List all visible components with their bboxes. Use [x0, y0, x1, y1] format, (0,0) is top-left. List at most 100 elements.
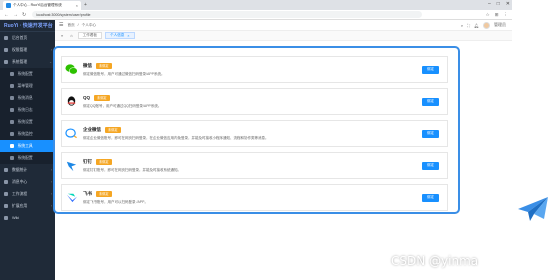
- tag-label: 个人信息: [110, 33, 125, 37]
- sidebar-item[interactable]: 菜单管理: [0, 80, 55, 92]
- status-badge: 未绑定: [94, 94, 110, 101]
- sidebar-item-label: 权限管理: [12, 47, 28, 52]
- sidebar-item[interactable]: 扩展应用 ›: [0, 200, 55, 212]
- browser-tab[interactable]: 个人中心 - RuoYi后台管理系统 ×: [3, 1, 81, 10]
- sidebar-item-label: 后台首页: [12, 35, 28, 40]
- status-badge: 未绑定: [96, 158, 112, 165]
- menu-item-icon: [4, 60, 8, 64]
- sidebar-menu: 后台首页 权限管理 › 系统管理 ⌄ 系统配置 菜单管理 系统消息 系统日志 系统设置 系统监控 系统…: [0, 32, 55, 224]
- search-icon[interactable]: ⌕: [461, 23, 463, 28]
- sidebar-item[interactable]: 系统日志: [0, 104, 55, 116]
- tags-prev-icon[interactable]: «: [59, 33, 65, 38]
- sidebar-item[interactable]: 系统配置: [0, 152, 55, 164]
- back-icon[interactable]: ←: [4, 12, 9, 18]
- sidebar-item-label: 系统日志: [17, 107, 33, 112]
- provider-description: 绑定钉钉账号，即可在网页扫码登录，并能及时接收系统通知。: [83, 167, 181, 172]
- sidebar-item-label: 系统配置: [17, 155, 33, 160]
- binding-row-qq: QQ 未绑定 绑定QQ账号，用户可通过QQ扫码登录/APP系统。 绑定: [61, 88, 448, 115]
- star-icon[interactable]: ☆: [486, 12, 490, 18]
- menu-item-icon: [10, 156, 14, 160]
- window-controls: – □ ✕: [488, 1, 510, 7]
- sidebar-item[interactable]: 系统工具: [0, 140, 55, 152]
- navbar-right: ⌕ ⛶ 🔔︎ 管理员: [461, 21, 506, 29]
- paper-plane-icon: [518, 197, 548, 221]
- menu-item-icon: [4, 192, 8, 196]
- binding-row-wechat: 微信 未绑定 绑定微信账号，用户可通过微信扫码登录/APP系统。 绑定: [61, 56, 448, 83]
- sidebar-item[interactable]: Wiki: [0, 212, 55, 224]
- bind-button[interactable]: 绑定: [422, 129, 439, 138]
- tags-view: « ⌂ 工作看板 个人信息 ×: [55, 31, 512, 41]
- forward-icon[interactable]: →: [13, 12, 18, 18]
- tag-close-icon[interactable]: ×: [127, 34, 129, 38]
- url-field[interactable]: localhost:3000/system/user/profile: [32, 11, 423, 18]
- minimize-icon[interactable]: –: [488, 1, 491, 7]
- new-tab-button[interactable]: +: [84, 2, 87, 8]
- tab-close-icon[interactable]: ×: [76, 3, 78, 8]
- menu-item-icon: [4, 36, 8, 40]
- extensions-icon[interactable]: ⊞: [495, 12, 499, 18]
- sidebar-item[interactable]: 数据统计 ›: [0, 164, 55, 176]
- menu-icon[interactable]: ⋮: [504, 12, 509, 18]
- binding-list: 微信 未绑定 绑定微信账号，用户可通过微信扫码登录/APP系统。 绑定 QQ 未绑定 绑定Q…: [53, 46, 460, 214]
- sidebar: RuoYi · 快速开发平台 后台首页 权限管理 › 系统管理 ⌄ 系统配置 菜单管理 系统消…: [0, 20, 55, 280]
- provider-name: 飞书: [83, 190, 92, 196]
- window-close-icon[interactable]: ✕: [506, 1, 510, 7]
- hamburger-icon[interactable]: ☰: [59, 22, 63, 28]
- menu-item-icon: [4, 180, 8, 184]
- fullscreen-icon[interactable]: ⛶: [467, 23, 470, 28]
- menu-item-icon: [4, 216, 8, 220]
- sidebar-item[interactable]: 系统管理 ⌄: [0, 56, 55, 68]
- sidebar-item-label: 系统工具: [17, 143, 33, 148]
- reload-icon[interactable]: ↻: [22, 12, 26, 18]
- provider-description: 绑定飞书账号，用户可以扫码登录 /APP。: [83, 199, 148, 204]
- breadcrumb-home[interactable]: 首页: [67, 23, 74, 28]
- chevron-icon: ›: [50, 48, 52, 52]
- sidebar-item-label: 系统配置: [17, 71, 33, 76]
- avatar[interactable]: [483, 21, 490, 29]
- browser-window: 个人中心 - RuoYi后台管理系统 × + – □ ✕ ← → ↻ local…: [0, 0, 512, 280]
- chevron-icon: ⌄: [49, 60, 52, 64]
- bind-button[interactable]: 绑定: [422, 193, 439, 202]
- sidebar-item-label: Wiki: [12, 216, 20, 220]
- sidebar-item[interactable]: 系统消息: [0, 92, 55, 104]
- watermark: CSDN @yinma: [391, 254, 479, 268]
- bind-button[interactable]: 绑定: [422, 161, 439, 170]
- status-badge: 未绑定: [96, 190, 112, 197]
- binding-row-dingtalk: 钉钉 未绑定 绑定钉钉账号，即可在网页扫码登录，并能及时接收系统通知。 绑定: [61, 152, 448, 179]
- url-text: localhost:3000/system/user/profile: [36, 12, 91, 17]
- breadcrumb-current: 个人中心: [81, 22, 97, 27]
- provider-description: 绑定微信账号，用户可通过微信扫码登录/APP系统。: [83, 71, 165, 76]
- tag-dashboard[interactable]: 工作看板: [77, 32, 103, 39]
- sidebar-item[interactable]: 系统设置: [0, 116, 55, 128]
- sidebar-item[interactable]: 消息中心 ›: [0, 176, 55, 188]
- status-badge: 未绑定: [105, 126, 121, 133]
- sidebar-item[interactable]: 工作流程 ›: [0, 188, 55, 200]
- menu-item-icon: [10, 132, 14, 136]
- binding-row-wecom: 企业微信 未绑定 绑定企业微信账号，即可在网页扫码登录，在企业微信应用内免登录，并能…: [61, 120, 448, 147]
- sidebar-item[interactable]: 权限管理 ›: [0, 44, 55, 56]
- wechat-icon: [65, 63, 78, 76]
- sidebar-item-label: 数据统计: [12, 167, 28, 172]
- sidebar-item[interactable]: 系统配置: [0, 68, 55, 80]
- menu-item-icon: [4, 48, 8, 52]
- tag-profile[interactable]: 个人信息 ×: [105, 32, 135, 39]
- sidebar-item[interactable]: 后台首页: [0, 32, 55, 44]
- provider-name: 企业微信: [83, 126, 101, 132]
- bell-icon[interactable]: 🔔︎: [474, 23, 479, 28]
- binding-row-feishu: 飞书 未绑定绑定飞书账号，用户可以扫码登录 /APP。 绑定: [61, 184, 448, 211]
- menu-item-icon: [10, 84, 14, 88]
- sidebar-item-label: 消息中心: [12, 179, 28, 184]
- dingtalk-icon: [65, 159, 78, 172]
- menu-item-icon: [10, 72, 14, 76]
- chevron-icon: ›: [50, 180, 52, 184]
- sidebar-item[interactable]: 系统监控: [0, 128, 55, 140]
- home-icon[interactable]: ⌂: [68, 33, 74, 38]
- address-bar-row: ← → ↻ localhost:3000/system/user/profile…: [0, 10, 512, 20]
- tab-title: 个人中心 - RuoYi后台管理系统: [13, 3, 62, 7]
- username[interactable]: 管理员: [494, 22, 506, 28]
- maximize-icon[interactable]: □: [497, 1, 500, 7]
- feishu-icon: [65, 191, 78, 204]
- chevron-icon: ›: [50, 192, 52, 196]
- bind-button[interactable]: 绑定: [422, 65, 439, 74]
- bind-button[interactable]: 绑定: [422, 97, 439, 106]
